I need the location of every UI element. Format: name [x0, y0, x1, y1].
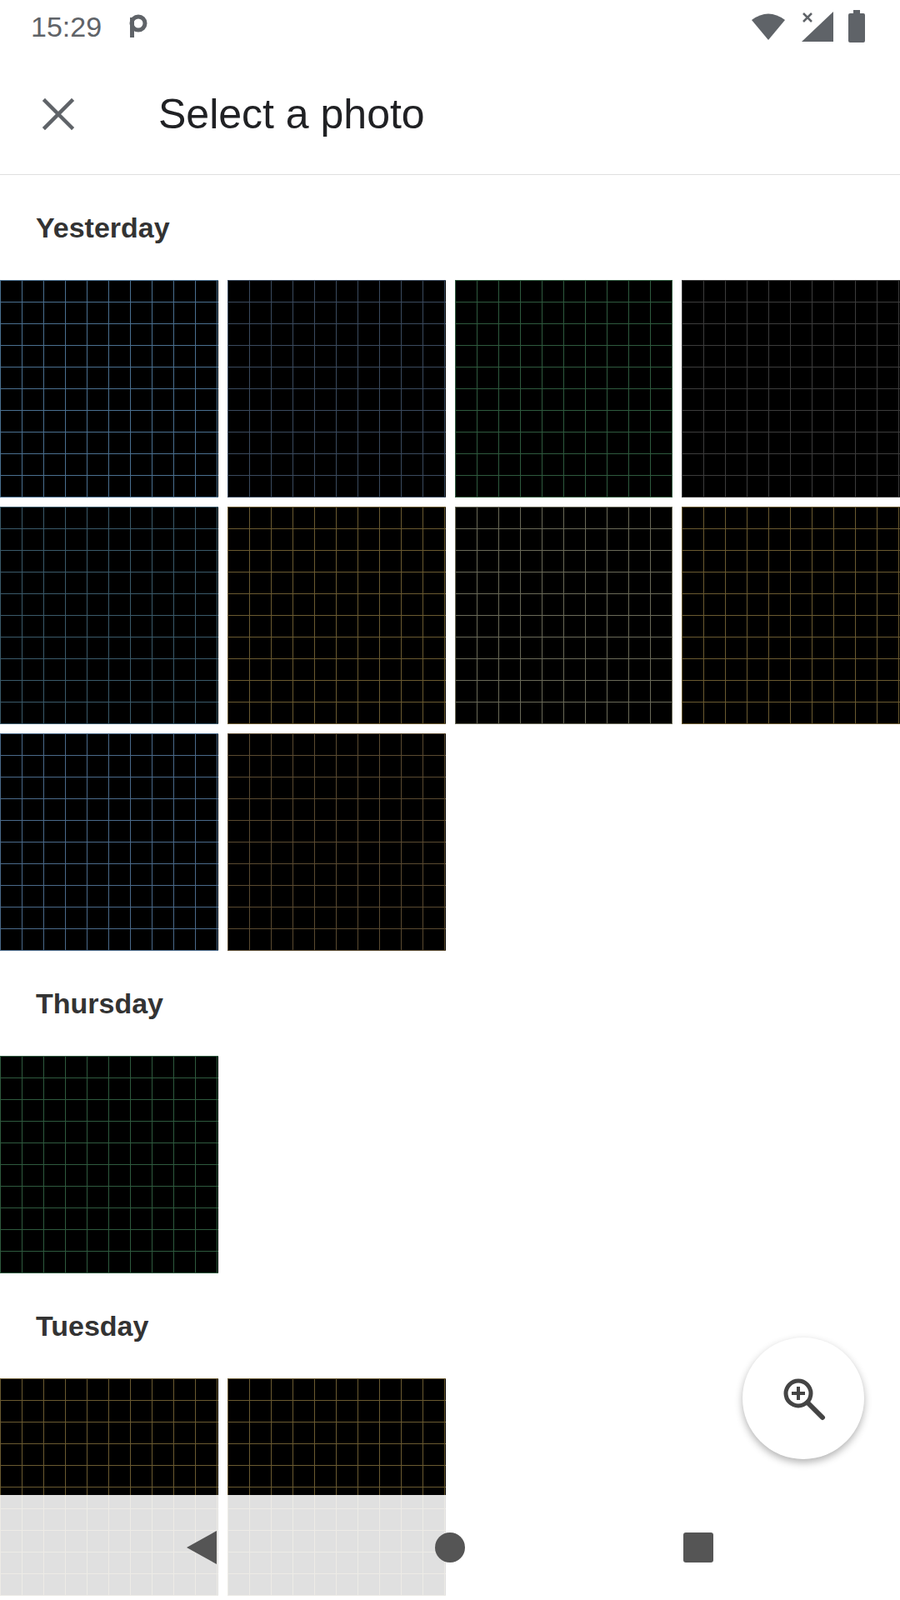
photo-picker-screen: 15:29Select a photoYesterdayThursdayTues… — [0, 0, 900, 1600]
photo-grid — [0, 1055, 900, 1274]
zoom-in-icon — [780, 1375, 826, 1421]
photo-thumbnail[interactable] — [0, 1055, 219, 1274]
date-section: Yesterday — [0, 175, 900, 951]
battery-icon — [846, 10, 867, 44]
photo-thumbnail[interactable] — [455, 280, 674, 498]
date-section: Thursday — [0, 950, 900, 1274]
photo-thumbnail[interactable] — [0, 280, 219, 498]
photo-thumbnail[interactable] — [455, 506, 674, 725]
app-bar: Select a photo — [0, 53, 900, 175]
photo-thumbnail[interactable] — [681, 280, 900, 498]
recents-icon — [681, 1530, 715, 1565]
section-header: Thursday — [0, 950, 900, 1056]
photo-thumbnail[interactable] — [227, 280, 446, 498]
status-bar: 15:29 — [0, 0, 900, 54]
navigation-bar — [0, 1495, 900, 1600]
photo-thumbnail[interactable] — [0, 733, 219, 951]
back-button[interactable] — [161, 1507, 242, 1588]
wifi-icon — [750, 12, 787, 41]
zoom-button[interactable] — [742, 1337, 865, 1460]
section-header: Yesterday — [0, 175, 900, 280]
photo-thumbnail[interactable] — [681, 506, 900, 725]
notification-icon — [126, 14, 149, 40]
photo-grid — [0, 280, 900, 951]
back-icon — [185, 1529, 219, 1566]
signal-icon — [798, 10, 835, 44]
status-time: 15:29 — [30, 10, 102, 44]
home-icon — [433, 1530, 467, 1565]
home-button[interactable] — [410, 1507, 490, 1588]
photo-thumbnail[interactable] — [227, 733, 446, 951]
photo-thumbnail[interactable] — [227, 506, 446, 725]
close-icon[interactable] — [41, 97, 75, 131]
app-bar-title: Select a photo — [158, 90, 425, 139]
recents-button[interactable] — [658, 1507, 739, 1588]
photo-thumbnail[interactable] — [0, 506, 219, 725]
